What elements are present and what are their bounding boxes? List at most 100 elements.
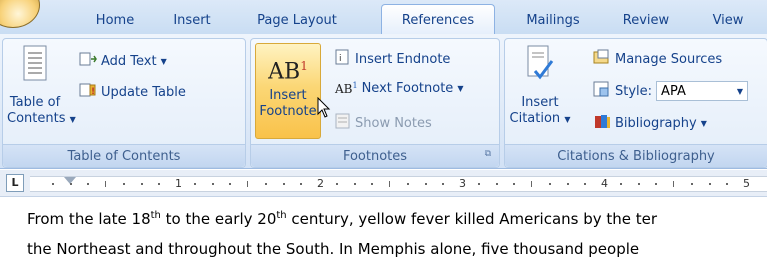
insert-endnote-label: Insert Endnote [355, 51, 451, 67]
insert-citation-button[interactable]: Insert Citation ▼ [509, 45, 571, 128]
tab-review[interactable]: Review [614, 7, 678, 33]
style-dropdown-value: APA [661, 83, 686, 99]
ruler-dot [442, 183, 445, 185]
tab-home[interactable]: Home [84, 7, 146, 33]
insert-citation-label-line1: Insert [521, 95, 559, 110]
ruler-dot [584, 183, 587, 185]
line1-text-3: century, yellow fever killed Americans b… [286, 210, 658, 228]
ruler-dot [140, 183, 143, 185]
word-window: Home Insert Page Layout References Maili… [0, 0, 767, 273]
ruler-number: 2 [317, 177, 324, 190]
ribbon: Table of Contents ▼ Add Text ▼ ! Update … [0, 34, 767, 169]
group-label-footnotes: Footnotes ⧉ [251, 144, 499, 167]
tab-insert[interactable]: Insert [160, 7, 224, 33]
office-logo-icon[interactable] [0, 0, 40, 28]
ruler-dot [619, 183, 622, 185]
add-text-icon [79, 51, 97, 71]
ruler-dot [424, 183, 427, 185]
show-notes-label: Show Notes [355, 115, 432, 131]
tab-view[interactable]: View [700, 7, 756, 33]
ruler-half-tick [105, 181, 106, 187]
group-label-table-of-contents: Table of Contents [3, 144, 245, 167]
ruler-dot [282, 183, 285, 185]
ruler-dot [690, 183, 693, 185]
ruler-dot [353, 183, 356, 185]
next-footnote-label: Next Footnote [361, 81, 454, 96]
manage-sources-button[interactable]: Manage Sources [593, 49, 722, 69]
line1-text-1: From the late 18 [27, 210, 151, 228]
mouse-pointer-icon [317, 96, 331, 123]
ruler-dot [406, 183, 409, 185]
insert-citation-label-line2: Citation ▼ [509, 111, 571, 126]
table-of-contents-button[interactable]: Table of Contents ▼ [7, 45, 76, 128]
ruler-dot [726, 183, 729, 185]
horizontal-ruler[interactable]: L 1 2 3 4 5 [0, 170, 767, 197]
ruler-number: 5 [743, 177, 750, 190]
ruler-dot [229, 183, 232, 185]
show-notes-button[interactable]: Show Notes [335, 113, 432, 133]
ruler-half-tick [389, 181, 390, 187]
ruler-dot [708, 183, 711, 185]
style-dropdown[interactable]: APA ▼ [656, 81, 749, 101]
insert-endnote-button[interactable]: i Insert Endnote [335, 49, 450, 69]
insert-citation-icon [525, 45, 555, 85]
ruler-dot [637, 183, 640, 185]
toc-label-line1: Table of [9, 95, 61, 110]
ruler-dot [158, 183, 161, 185]
next-footnote-button[interactable]: AB1 Next Footnote ▼ [335, 81, 463, 96]
ruler-number: 4 [601, 177, 608, 190]
group-label-citations-bibliography: Citations & Bibliography [505, 144, 767, 167]
ruler-number: 3 [459, 177, 466, 190]
ruler-dot [548, 183, 551, 185]
style-label: Style: [615, 83, 653, 99]
toc-label-line2: Contents ▼ [7, 111, 76, 126]
tab-selector[interactable]: L [6, 174, 24, 192]
ruler-dot [69, 183, 72, 185]
ruler-band: 1 2 3 4 5 [30, 176, 767, 192]
ruler-dot [87, 183, 90, 185]
manage-sources-label: Manage Sources [615, 51, 723, 67]
next-footnote-icon: AB1 [335, 81, 358, 96]
dialog-launcher-icon[interactable]: ⧉ [485, 149, 491, 159]
insert-footnote-icon: AB1 [268, 59, 308, 85]
table-of-contents-icon [23, 45, 47, 81]
group-citations-bibliography: Insert Citation ▼ Manage Sources Style: … [504, 38, 767, 168]
ruler-half-tick [247, 181, 248, 187]
insert-footnote-button[interactable]: AB1 Insert Footnote [255, 43, 321, 139]
document-page[interactable]: From the late 18th to the early 20th cen… [0, 197, 767, 273]
ruler-half-tick [531, 181, 532, 187]
insert-endnote-icon: i [335, 49, 351, 69]
update-table-label: Update Table [101, 84, 186, 100]
svg-text:!: ! [91, 87, 95, 97]
tab-references[interactable]: References [381, 4, 495, 36]
line1-text-2: to the early 20 [160, 210, 277, 228]
ruler-dot [51, 183, 54, 185]
chevron-down-icon: ▼ [160, 56, 167, 66]
ruler-dot [211, 183, 214, 185]
paragraph-line-1: From the late 18th to the early 20th cen… [27, 210, 657, 228]
style-control: Style: APA ▼ [593, 81, 749, 101]
tab-page-layout[interactable]: Page Layout [246, 7, 348, 33]
bibliography-icon [593, 113, 611, 133]
update-table-button[interactable]: ! Update Table [79, 82, 186, 102]
chevron-down-icon: ▼ [736, 86, 744, 96]
ruler-number: 1 [175, 177, 182, 190]
ruler-dot [513, 183, 516, 185]
ruler-dot [495, 183, 498, 185]
add-text-button[interactable]: Add Text ▼ [79, 51, 167, 71]
ruler-half-tick [673, 181, 674, 187]
add-text-label: Add Text [101, 53, 157, 69]
chevron-down-icon: ▼ [700, 118, 707, 128]
group-footnotes: AB1 Insert Footnote i Insert Endnote AB1… [250, 38, 500, 168]
ribbon-tab-strip: Home Insert Page Layout References Maili… [0, 0, 767, 36]
ruler-dot [655, 183, 658, 185]
bibliography-button[interactable]: Bibliography ▼ [593, 113, 707, 133]
ruler-dot [477, 183, 480, 185]
ruler-dot [193, 183, 196, 185]
insert-footnote-label-line2: Footnote [259, 104, 317, 120]
update-table-icon: ! [79, 82, 97, 102]
manage-sources-icon [593, 49, 611, 69]
tab-mailings[interactable]: Mailings [513, 7, 593, 33]
ruler-dot [335, 183, 338, 185]
chevron-down-icon: ▼ [564, 115, 571, 124]
